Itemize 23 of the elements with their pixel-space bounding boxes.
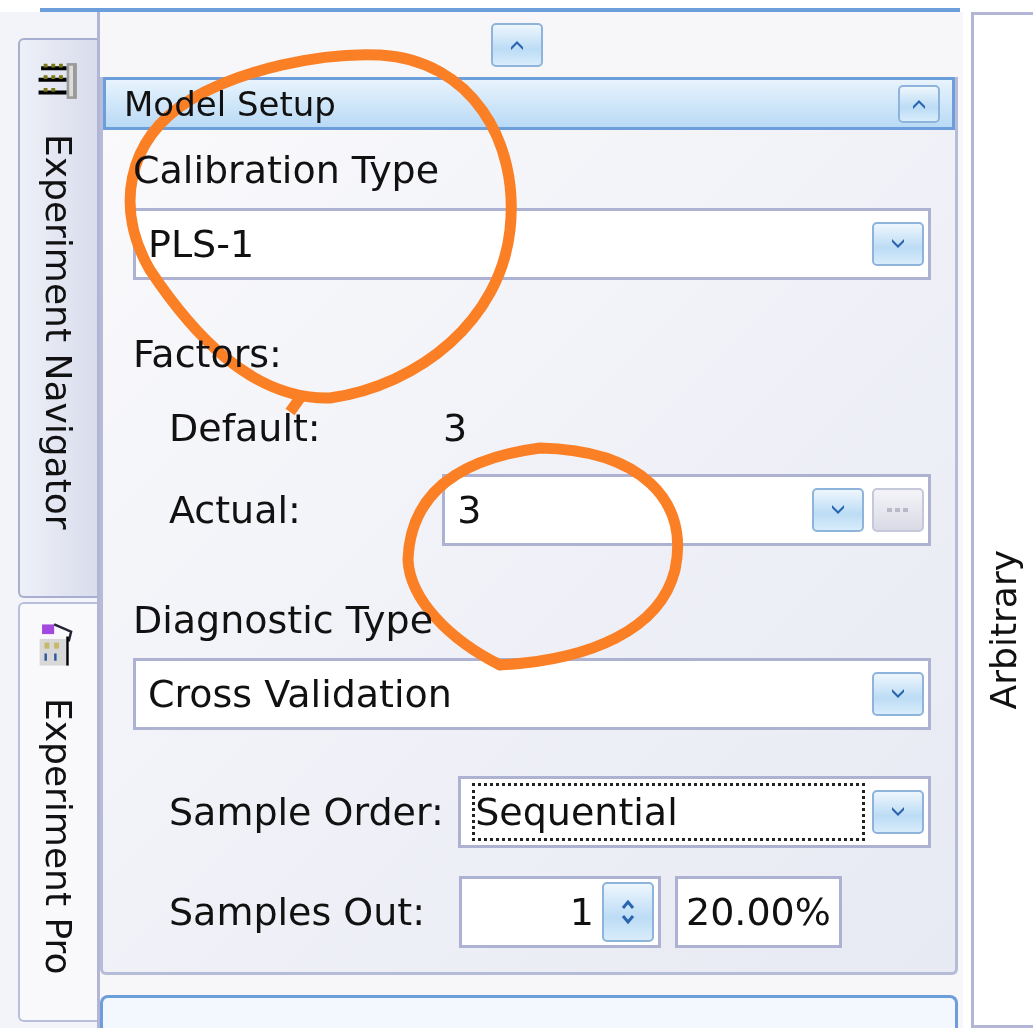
dropdown-button[interactable]	[812, 488, 864, 533]
field-label: Sample Order:	[169, 790, 445, 835]
dropdown-button[interactable]	[872, 222, 924, 267]
dropdown-button[interactable]	[872, 672, 924, 717]
field-label: Samples Out:	[169, 890, 427, 935]
field-label: Default:	[169, 406, 322, 451]
collapse-button[interactable]	[898, 84, 940, 123]
side-tab[interactable]: Experiment Pro	[18, 602, 97, 1022]
dropdown-field[interactable]: 3	[442, 474, 931, 547]
collapse-button[interactable]	[490, 22, 543, 67]
spin-button[interactable]	[602, 882, 654, 943]
field-label: Actual:	[169, 488, 302, 533]
number-field[interactable]: 1	[459, 876, 661, 949]
dropdown-button[interactable]	[872, 790, 924, 835]
percent-field: 20.00%	[675, 876, 842, 949]
ellipsis-icon	[886, 506, 910, 515]
field-label: Diagnostic Type	[133, 598, 435, 643]
dropdown-field[interactable]: Sequential	[458, 776, 931, 849]
dropdown-field[interactable]: Cross Validation	[133, 658, 931, 731]
axis-label: Arbitrary	[983, 550, 1024, 710]
default-value: 3	[443, 406, 468, 451]
dropdown-field[interactable]: PLS-1	[133, 208, 931, 281]
side-tab[interactable]: Experiment Navigator	[18, 38, 97, 598]
